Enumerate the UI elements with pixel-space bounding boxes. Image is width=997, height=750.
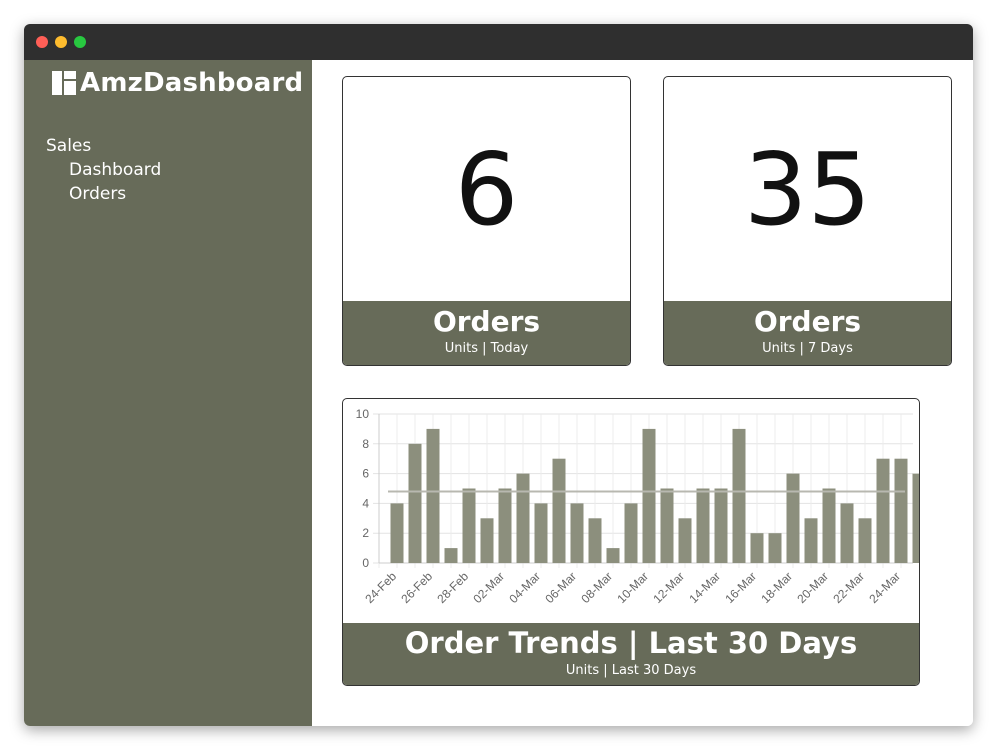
title-bar xyxy=(24,24,973,60)
close-window-button[interactable] xyxy=(36,36,48,48)
card-value: 35 xyxy=(743,130,872,248)
sidebar-section-sales[interactable]: Sales xyxy=(46,136,161,156)
card-subtitle: Units | Last 30 Days xyxy=(565,663,697,678)
chart-bar xyxy=(768,533,782,563)
chart-bar xyxy=(552,458,566,563)
x-tick-label: 26-Feb xyxy=(398,569,435,606)
chart-bar xyxy=(786,473,800,563)
chart-bar xyxy=(696,488,710,563)
x-tick-label: 16-Mar xyxy=(722,569,759,606)
y-tick-label: 8 xyxy=(362,437,369,451)
y-tick-label: 2 xyxy=(362,526,369,540)
x-tick-label: 24-Mar xyxy=(866,569,903,606)
x-tick-label: 24-Feb xyxy=(362,569,399,606)
chart-bar xyxy=(678,518,692,563)
sidebar-item-orders[interactable]: Orders xyxy=(46,184,161,204)
chart-bar xyxy=(426,428,440,563)
x-tick-label: 10-Mar xyxy=(614,569,651,606)
orders-today-card: 6 Orders Units | Today xyxy=(342,76,631,366)
chart-bar xyxy=(498,488,512,563)
chart-bar xyxy=(822,488,836,563)
x-tick-label: 22-Mar xyxy=(830,569,867,606)
order-trends-chart: 0 2 4 6 8 10 24-Feb 26-Feb 28-Feb 02-Mar 04-Mar 06-… xyxy=(356,407,919,606)
x-tick-label: 18-Mar xyxy=(758,569,795,606)
card-value: 6 xyxy=(454,130,519,248)
chart-bar xyxy=(408,443,422,563)
chart-bar xyxy=(840,503,854,563)
card-subtitle: Units | Today xyxy=(444,341,529,356)
chart-bar xyxy=(858,518,872,563)
x-tick-label: 08-Mar xyxy=(578,569,615,606)
y-tick-label: 4 xyxy=(362,496,369,510)
chart-bar xyxy=(750,533,764,563)
sidebar: AmzDashboard Sales Dashboard Orders xyxy=(24,60,312,726)
card-title: Orders xyxy=(432,305,541,338)
orders-7-days-card: 35 Orders Units | 7 Days xyxy=(663,76,952,366)
order-trends-card: 0 2 4 6 8 10 24-Feb 26-Feb 28-Feb 02-Mar 04-Mar 06-… xyxy=(342,398,920,686)
chart-bar xyxy=(894,458,908,563)
y-tick-label: 10 xyxy=(356,407,370,421)
sidebar-nav: Sales Dashboard Orders xyxy=(46,136,161,208)
chart-bar xyxy=(642,428,656,563)
x-tick-label: 20-Mar xyxy=(794,569,831,606)
chart-bar xyxy=(876,458,890,563)
x-tick-label: 02-Mar xyxy=(470,569,507,606)
minimize-window-button[interactable] xyxy=(55,36,67,48)
chart-bar xyxy=(480,518,494,563)
brand[interactable]: AmzDashboard xyxy=(52,68,303,98)
chart-bar xyxy=(804,518,818,563)
card-footer: Order Trends | Last 30 Days Units | Last… xyxy=(343,623,919,685)
dashboard-icon xyxy=(52,71,76,95)
chart-bar xyxy=(624,503,638,563)
chart-bar xyxy=(606,548,620,563)
chart-bar xyxy=(444,548,458,563)
chart-bar xyxy=(516,473,530,563)
chart-bar xyxy=(570,503,584,563)
chart-bar xyxy=(534,503,548,563)
y-tick-label: 0 xyxy=(362,556,369,570)
chart-bar xyxy=(588,518,602,563)
x-tick-label: 12-Mar xyxy=(650,569,687,606)
chart-bar xyxy=(660,488,674,563)
brand-name: AmzDashboard xyxy=(80,68,304,98)
card-footer: Orders Units | Today xyxy=(343,301,630,365)
app-window: AmzDashboard Sales Dashboard Orders 6 Or… xyxy=(24,24,973,726)
card-footer: Orders Units | 7 Days xyxy=(664,301,951,365)
x-tick-label: 28-Feb xyxy=(434,569,471,606)
card-title: Order Trends | Last 30 Days xyxy=(404,626,858,660)
card-title: Orders xyxy=(753,305,862,338)
x-tick-label: 06-Mar xyxy=(542,569,579,606)
chart-bar xyxy=(390,503,404,563)
y-tick-label: 6 xyxy=(362,467,369,481)
card-subtitle: Units | 7 Days xyxy=(762,341,853,356)
x-tick-label: 14-Mar xyxy=(686,569,723,606)
main-content: 6 Orders Units | Today 35 Orders Units |… xyxy=(312,60,973,726)
sidebar-item-dashboard[interactable]: Dashboard xyxy=(46,160,161,180)
chart-bar xyxy=(732,428,746,563)
maximize-window-button[interactable] xyxy=(74,36,86,48)
chart-bar xyxy=(912,473,919,563)
chart-bar xyxy=(462,488,476,563)
chart-bar xyxy=(714,488,728,563)
x-tick-label: 04-Mar xyxy=(506,569,543,606)
